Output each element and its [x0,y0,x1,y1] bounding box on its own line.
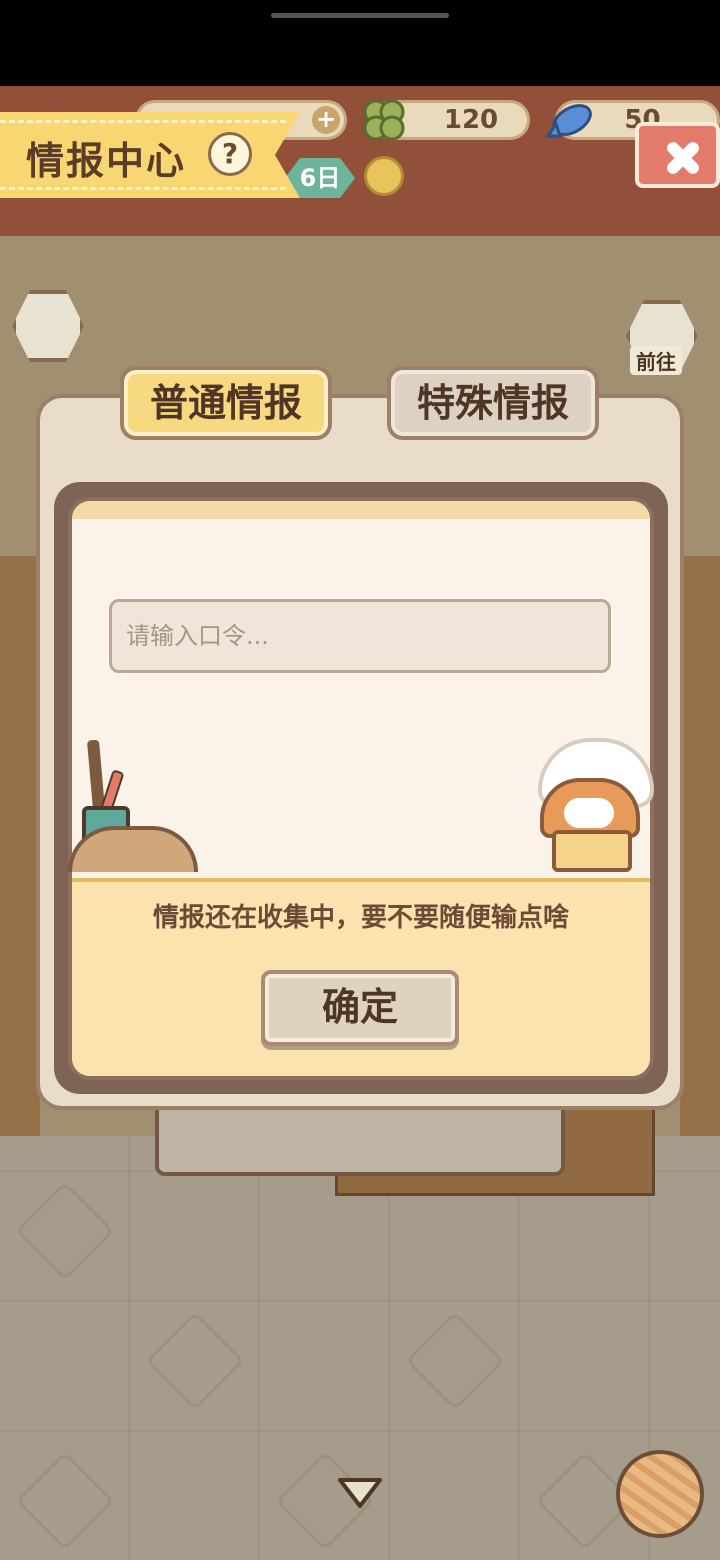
add-coin-button[interactable]: + [312,106,340,134]
tab-normal-intel[interactable]: 普通情报 [120,366,332,440]
title-ribbon: 情报中心 ? [0,112,300,198]
chef-cat-illustration [520,738,654,872]
goto-label[interactable]: 前往 [630,346,682,375]
clover-value: 120 [443,105,499,135]
gesture-pill [271,13,449,18]
status-bar [0,0,720,86]
close-button[interactable] [635,122,720,188]
confirm-button[interactable]: 确定 [261,970,459,1046]
chef-face [564,798,614,828]
card-top-band [72,501,650,519]
code-input[interactable] [109,599,611,673]
hint-text: 情报还在收集中，要不要随便输点啥 [152,903,569,933]
chevron-down-icon[interactable] [336,1476,384,1510]
tab-special-intel[interactable]: 特殊情报 [387,366,599,440]
clover-icon [363,99,405,141]
fish-icon [545,104,592,138]
chef-body [552,830,632,872]
page-title: 情报中心 [26,139,187,183]
help-button[interactable]: ? [208,132,252,176]
yarn-ball-icon[interactable] [616,1450,704,1538]
sun-icon[interactable] [364,156,404,196]
